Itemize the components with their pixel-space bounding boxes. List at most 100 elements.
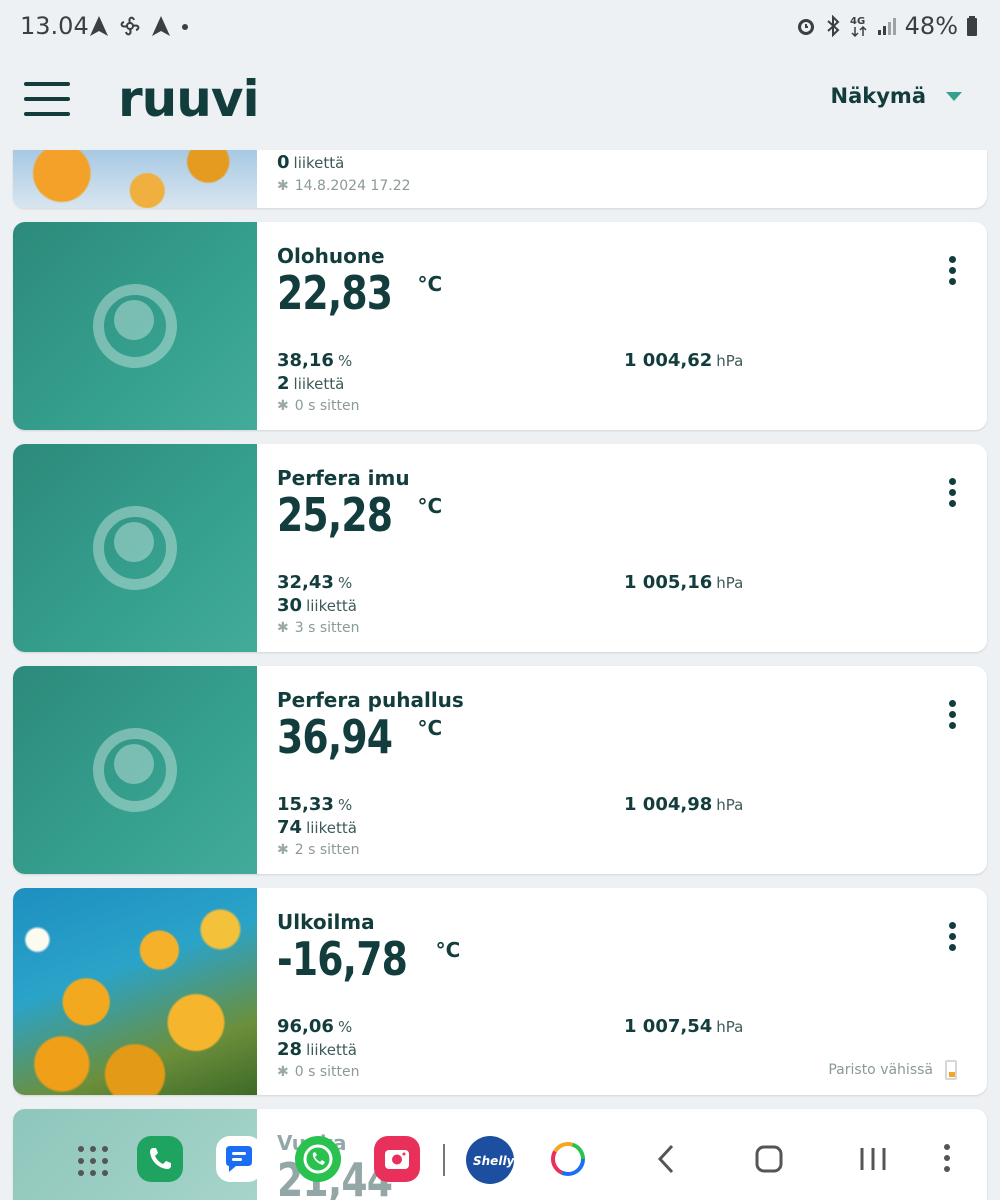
card-more-button[interactable]: [945, 922, 959, 952]
shelly-label: Shelly: [473, 1154, 514, 1168]
sensor-name: Perfera puhallus: [277, 688, 464, 712]
bluetooth-icon: ✱: [277, 178, 289, 194]
battery-low-icon: [945, 1060, 957, 1080]
humidity-value: 32,43: [277, 572, 334, 593]
status-notification-icons: [88, 14, 190, 38]
last-updated-row: ✱ 0 s sitten: [277, 1064, 359, 1080]
humidity-unit: %: [337, 574, 353, 592]
sensor-name: Ulkoilma: [277, 910, 375, 934]
phone-icon[interactable]: [137, 1136, 183, 1182]
sensor-card[interactable]: Ulkoilma -16,78 °C 96,06% 1 007,54 hPa 28…: [13, 888, 987, 1095]
battery-icon: [967, 16, 977, 36]
ring-app-icon[interactable]: [545, 1136, 591, 1182]
sensor-background-image: [13, 444, 257, 652]
movement-unit: liikettä: [293, 375, 345, 393]
temperature-value: 22,83: [277, 266, 393, 320]
last-updated-text: 14.8.2024 17.22: [294, 178, 411, 194]
battery-low-text: Paristo vähissä: [828, 1062, 933, 1078]
temperature-reading: 25,28 °C: [277, 488, 442, 542]
whatsapp-icon[interactable]: [295, 1136, 341, 1182]
temperature-unit: °C: [417, 716, 443, 740]
pressure-value: 1 004,98: [624, 794, 713, 815]
ruuvi-placeholder-icon: [93, 506, 177, 590]
last-updated-text: 3 s sitten: [294, 620, 360, 636]
app-header: ruuvi Näkymä: [0, 56, 1000, 144]
movement-value: 2: [277, 373, 290, 394]
humidity-value: 96,06: [277, 1016, 334, 1037]
bluetooth-icon: [826, 15, 840, 37]
sensor-background-image: [13, 666, 257, 874]
shelly-icon[interactable]: Shelly: [466, 1136, 516, 1184]
last-updated-text: 2 s sitten: [294, 842, 360, 858]
ruuvi-placeholder-icon: [93, 284, 177, 368]
sensor-card[interactable]: Olohuone 22,83 °C 38,16% 1 004,62 hPa 2 li…: [13, 222, 987, 430]
camera-icon[interactable]: [374, 1136, 420, 1182]
temperature-unit: °C: [417, 494, 443, 518]
bluetooth-icon: ✱: [277, 620, 289, 636]
temperature-value: -16,78: [277, 932, 408, 986]
temperature-reading: 36,94 °C: [277, 710, 442, 764]
back-icon[interactable]: [656, 1142, 676, 1185]
app-drawer-icon[interactable]: [78, 1146, 108, 1176]
card-more-button[interactable]: [945, 478, 959, 508]
temperature-unit: °C: [435, 938, 461, 962]
card-more-button[interactable]: [945, 700, 959, 730]
last-updated-row: ✱ 14.8.2024 17.22: [277, 178, 411, 194]
sensor-card[interactable]: 0 liikettä ✱ 14.8.2024 17.22: [13, 150, 987, 208]
last-updated-row: ✱ 3 s sitten: [277, 620, 359, 636]
battery-percentage: 48%: [904, 12, 958, 40]
status-time: 13.04: [20, 12, 89, 40]
recents-icon[interactable]: [858, 1142, 888, 1185]
battery-low-warning: Paristo vähissä: [828, 1060, 957, 1080]
ruuvi-logo: ruuvi: [118, 70, 260, 128]
last-updated-text: 0 s sitten: [294, 398, 360, 414]
temperature-reading: 22,83 °C: [277, 266, 442, 320]
alarm-icon: [797, 19, 814, 35]
movement-value: 28: [277, 1039, 303, 1060]
navigation-arrow-icon: [152, 16, 170, 36]
humidity-value: 38,16: [277, 350, 334, 371]
ruuvi-placeholder-icon: [93, 728, 177, 812]
last-updated-text: 0 s sitten: [294, 1064, 360, 1080]
pressure-unit: hPa: [716, 352, 744, 370]
fan-icon: [120, 16, 140, 36]
sensor-card[interactable]: Perfera imu 25,28 °C 32,43% 1 005,16 hPa …: [13, 444, 987, 652]
sensor-card[interactable]: Perfera puhallus 36,94 °C 15,33% 1 004,9…: [13, 666, 987, 874]
sensor-background-image: [13, 150, 257, 208]
movement-unit: liikettä: [306, 1041, 357, 1059]
hamburger-bar: [24, 97, 70, 101]
movement-row: 2 liikettä: [277, 373, 344, 394]
movement-unit: liikettä: [306, 819, 357, 837]
svg-text:4G: 4G: [850, 16, 865, 27]
view-dropdown[interactable]: Näkymä: [831, 84, 962, 108]
chevron-down-icon: [946, 91, 962, 101]
movement-unit: liikettä: [306, 597, 357, 615]
hamburger-bar: [24, 82, 70, 86]
home-icon[interactable]: [754, 1142, 784, 1185]
pressure-value: 1 007,54: [624, 1016, 713, 1037]
card-more-button[interactable]: [945, 256, 959, 286]
status-system-icons: 4G 48%: [795, 12, 978, 40]
pressure-unit: hPa: [716, 1018, 744, 1036]
messages-icon[interactable]: [216, 1136, 262, 1182]
movement-row: 28 liikettä: [277, 1039, 357, 1060]
movement-value: 0: [277, 152, 290, 173]
menu-button[interactable]: [24, 82, 70, 116]
bluetooth-icon: ✱: [277, 398, 289, 414]
sensor-name: Olohuone: [277, 244, 385, 268]
sensor-background-image: [13, 222, 257, 430]
humidity-row: 38,16%: [277, 350, 352, 371]
dot-icon: [182, 24, 188, 30]
view-dropdown-label: Näkymä: [830, 84, 926, 108]
humidity-row: 15,33%: [277, 794, 352, 815]
sensor-background-image: [13, 888, 257, 1095]
bluetooth-icon: ✱: [277, 842, 289, 858]
humidity-value: 15,33: [277, 794, 334, 815]
pressure-row: 1 004,98 hPa: [624, 794, 743, 815]
more-icon[interactable]: [940, 1142, 954, 1185]
humidity-row: 96,06%: [277, 1016, 352, 1037]
pressure-value: 1 005,16: [624, 572, 713, 593]
pressure-row: 1 005,16 hPa: [624, 572, 743, 593]
pressure-row: 1 007,54 hPa: [624, 1016, 743, 1037]
last-updated-row: ✱ 2 s sitten: [277, 842, 359, 858]
